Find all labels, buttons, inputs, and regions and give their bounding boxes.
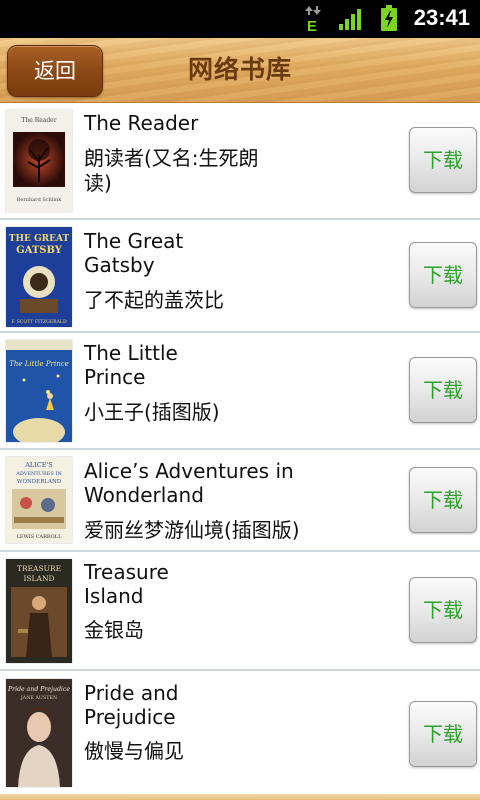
download-button[interactable]: 下载 [409,357,477,423]
svg-text:Bernhard Schlink: Bernhard Schlink [17,197,62,203]
list-item[interactable]: TREASURE ISLAND Treasure Island 金银岛 下载 [0,552,480,671]
book-cover-the-reader: The Reader Bernhard Schlink [6,110,72,212]
list-item[interactable]: The Reader Bernhard Schlink The Reader 朗… [0,103,480,220]
download-button[interactable]: 下载 [409,467,477,533]
svg-text:TREASURE: TREASURE [17,564,61,573]
svg-text:Pride and Prejudice: Pride and Prejudice [7,686,70,693]
svg-text:WONDERLAND: WONDERLAND [17,479,62,485]
book-title-cn: 朗读者(又名:生死朗读) [84,146,259,195]
book-title: Pride and Prejudice [84,681,179,729]
book-cover-little-prince: The Little Prince [6,340,72,442]
svg-text:GATSBY: GATSBY [16,245,63,256]
status-bar: E 23:41 [0,0,480,38]
list-item[interactable]: Pride and Prejudice JANE AUSTEN Pride an… [0,671,480,794]
book-cover-alice: ALICE'S ADVENTURES IN WONDERLAND LEWIS C… [6,457,72,543]
book-title: The Reader [84,111,199,135]
bottom-edge [0,794,480,800]
book-title-cn: 爱丽丝梦游仙境(插图版) [84,518,300,542]
book-title-cn: 了不起的盖茨比 [84,288,224,312]
book-cover-treasure-island: TREASURE ISLAND [6,559,72,663]
book-title: Treasure Island [84,560,169,608]
signal-icon [339,9,361,30]
svg-text:ALICE'S: ALICE'S [24,461,53,469]
svg-text:F. SCOTT FITZGERALD: F. SCOTT FITZGERALD [11,319,67,325]
book-cover-pride-prejudice: Pride and Prejudice JANE AUSTEN [6,679,72,787]
book-title: The Little Prince [84,341,178,389]
download-button[interactable]: 下载 [409,242,477,308]
svg-text:LEWIS CARROLL: LEWIS CARROLL [17,534,62,540]
back-button[interactable]: 返回 [7,45,103,97]
book-cover-great-gatsby: THE GREAT GATSBY F. SCOTT FITZGERALD [6,227,72,327]
book-title: Alice’s Adventures in Wonderland [84,459,294,507]
svg-text:The Reader: The Reader [21,117,56,124]
clock: 23:41 [413,5,470,30]
svg-text:The Little Prince: The Little Prince [9,360,69,368]
battery-charging-icon [381,5,397,31]
data-transfer-icon: E [305,6,321,32]
svg-text:JANE AUSTEN: JANE AUSTEN [20,695,57,701]
svg-text:THE GREAT: THE GREAT [9,234,70,244]
download-button[interactable]: 下载 [409,577,477,643]
download-button[interactable]: 下载 [409,701,477,767]
svg-text:ADVENTURES IN: ADVENTURES IN [15,471,62,477]
list-item[interactable]: The Little Prince The Little Prince 小王子(… [0,333,480,450]
list-item[interactable]: THE GREAT GATSBY F. SCOTT FITZGERALD The… [0,220,480,333]
list-item[interactable]: ALICE'S ADVENTURES IN WONDERLAND LEWIS C… [0,450,480,552]
book-title-cn: 傲慢与偏见 [84,739,184,763]
download-button[interactable]: 下载 [409,127,477,193]
title-bar: 网络书库 返回 [0,38,480,103]
network-type-label: E [307,18,317,32]
book-title-cn: 金银岛 [84,618,144,642]
book-title: The Great Gatsby [84,229,184,277]
book-title-cn: 小王子(插图版) [84,400,220,424]
svg-text:ISLAND: ISLAND [23,574,54,583]
